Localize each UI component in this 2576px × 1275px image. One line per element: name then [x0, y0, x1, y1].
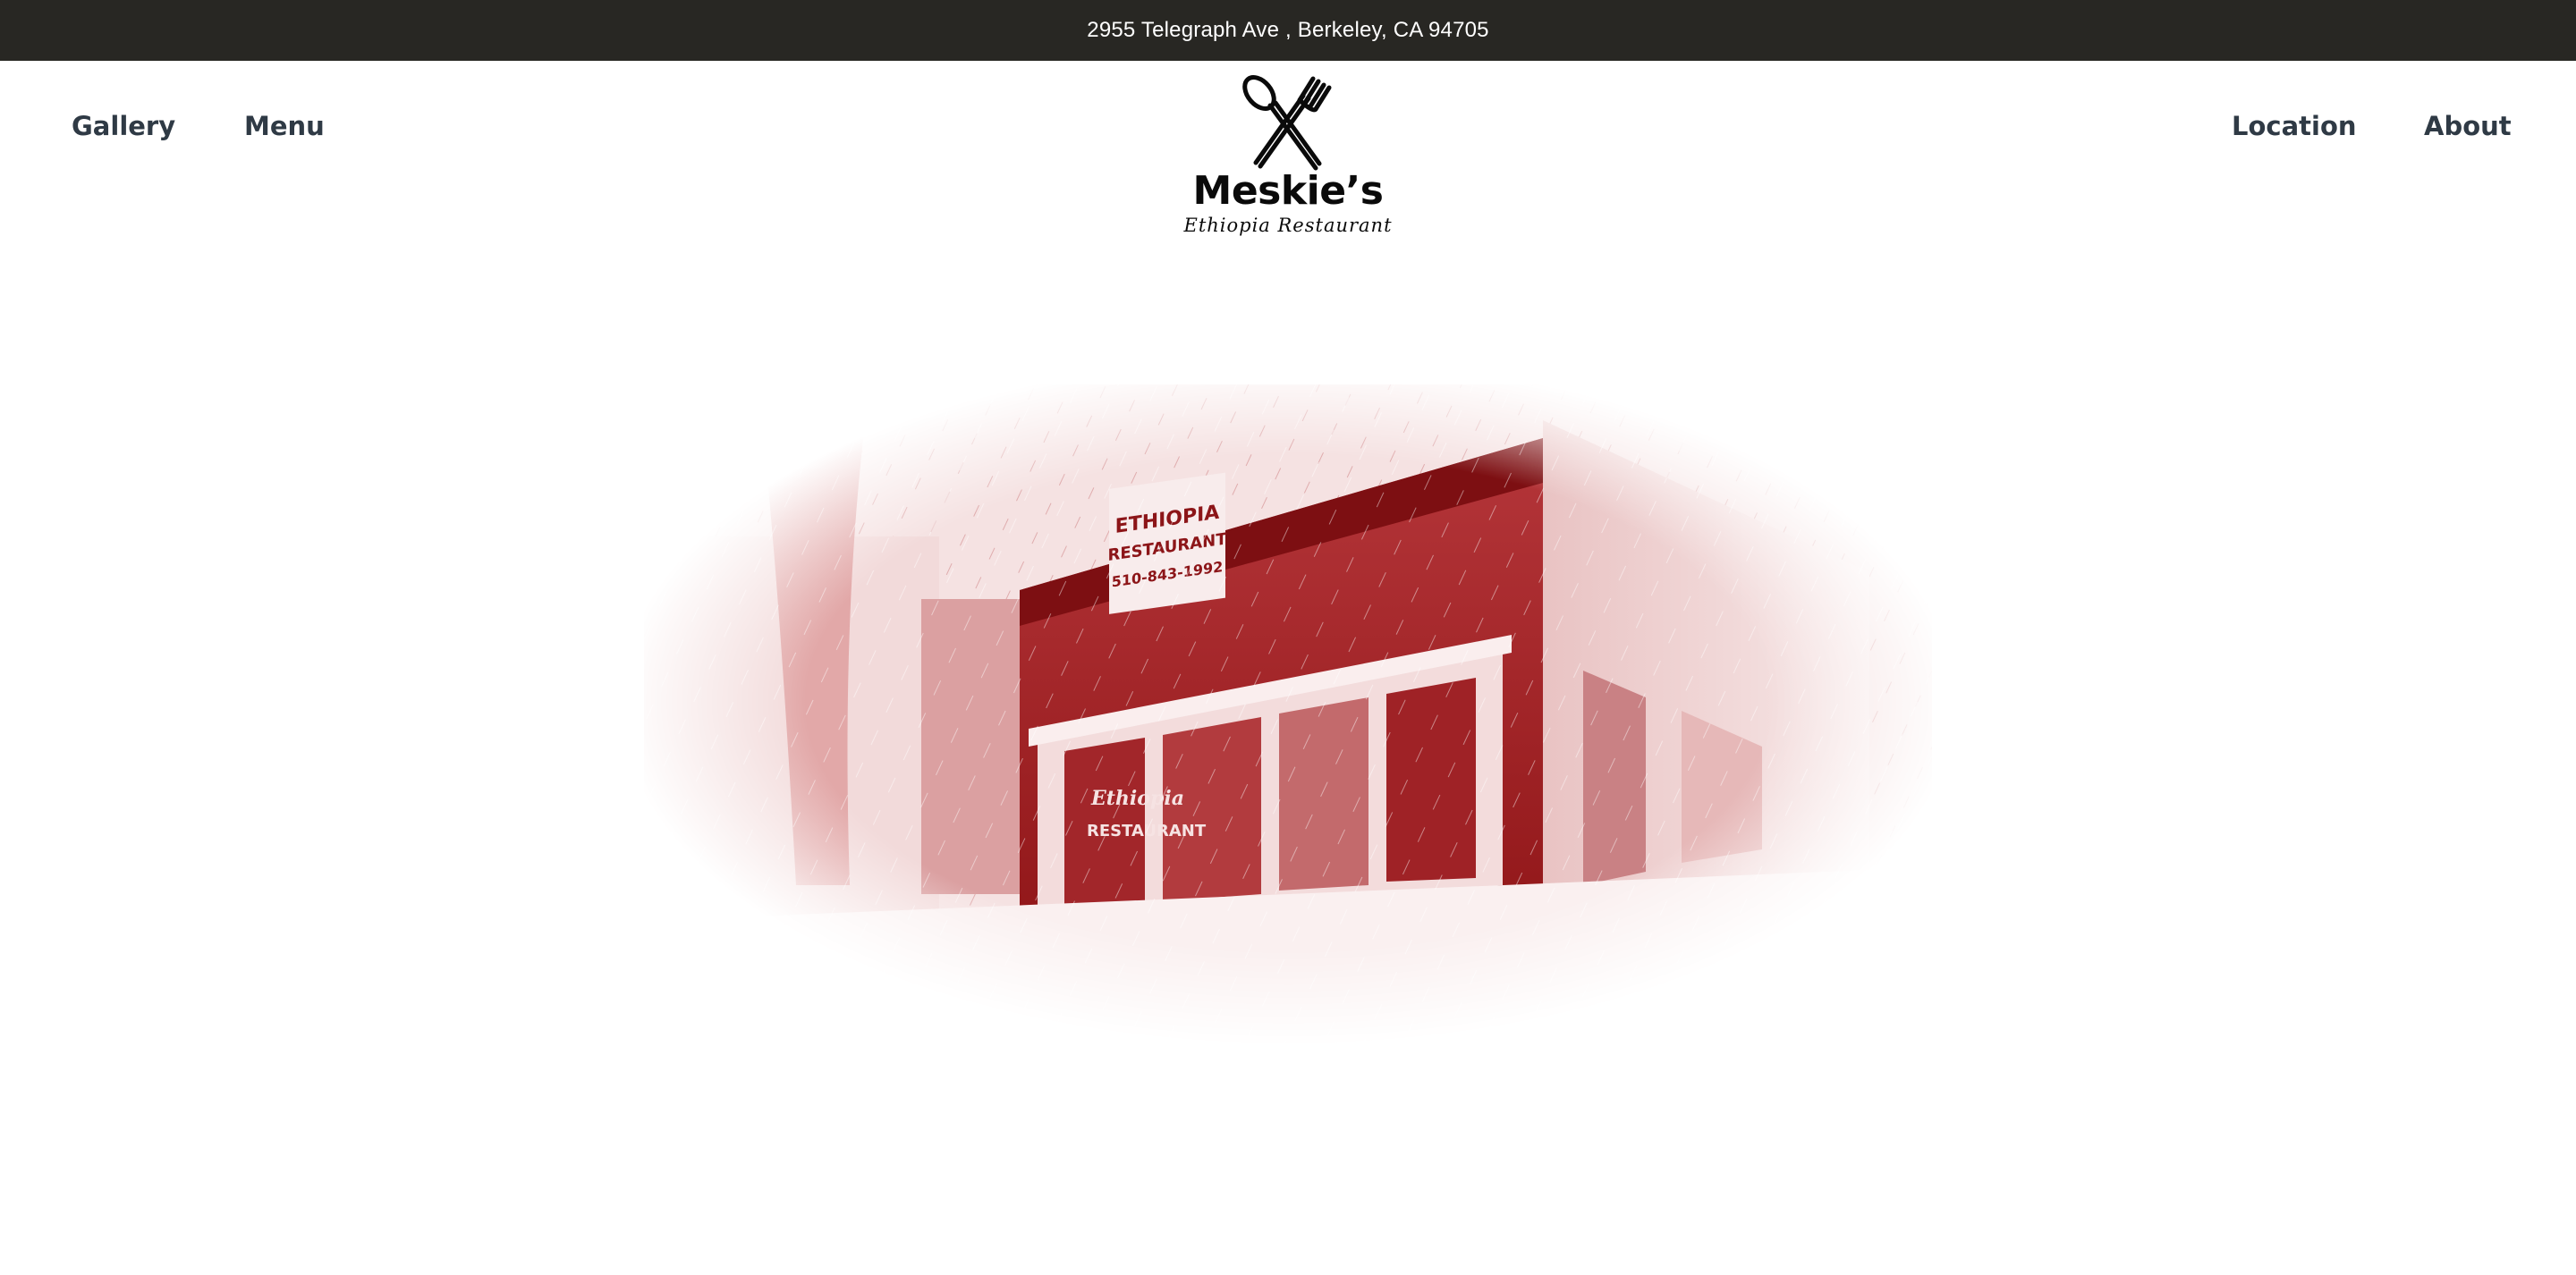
logo-title: Meskie’s	[1192, 168, 1384, 214]
address-text: 2955 Telegraph Ave , Berkeley, CA 94705	[1087, 18, 1489, 42]
nav-link-menu[interactable]: Menu	[244, 111, 325, 141]
crossed-spoon-fork-icon	[1242, 75, 1332, 171]
logo-subtitle: Ethiopia Restaurant	[1183, 215, 1393, 236]
nav-link-about[interactable]: About	[2424, 111, 2512, 141]
address-bar: 2955 Telegraph Ave , Berkeley, CA 94705	[0, 0, 2576, 61]
nav-link-location[interactable]: Location	[2232, 111, 2357, 141]
hero-illustration: ETHIOPIA RESTAURANT 510-843-1992 Ethiopi…	[644, 384, 1932, 1046]
site-logo[interactable]: Meskie’s Ethiopia Restaurant	[1179, 73, 1397, 241]
restaurant-storefront-illustration: ETHIOPIA RESTAURANT 510-843-1992 Ethiopi…	[644, 384, 1932, 1046]
nav-link-gallery[interactable]: Gallery	[72, 111, 175, 141]
